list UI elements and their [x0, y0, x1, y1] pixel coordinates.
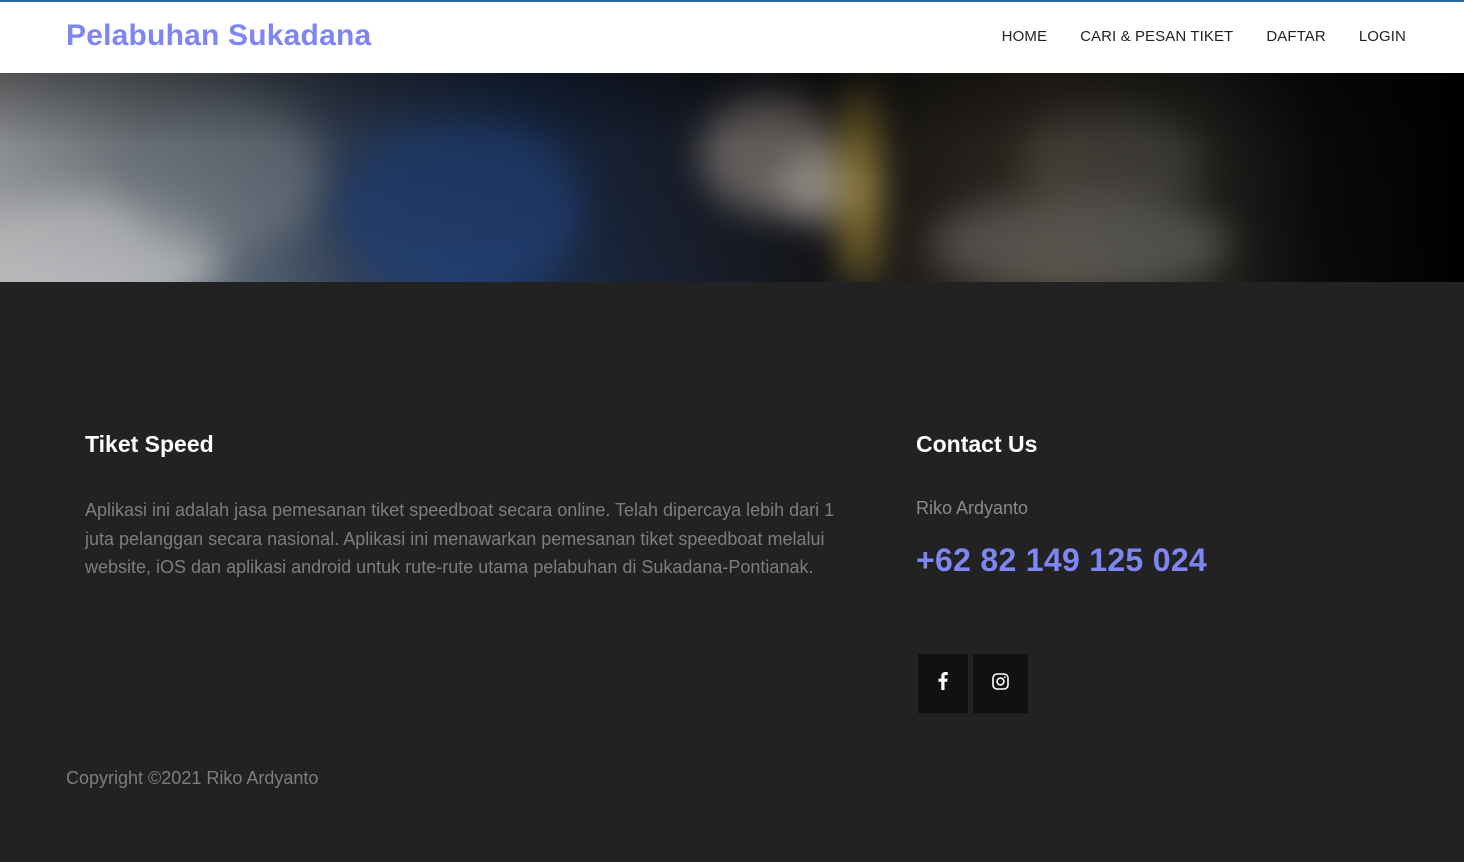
brand-logo[interactable]: Pelabuhan Sukadana	[66, 19, 371, 53]
nav-cari-pesan-tiket[interactable]: CARI & PESAN TIKET	[1080, 28, 1233, 45]
instagram-link[interactable]	[973, 654, 1028, 713]
site-header: Pelabuhan Sukadana HOME CARI & PESAN TIK…	[0, 2, 1464, 73]
nav-login[interactable]: LOGIN	[1359, 28, 1406, 45]
instagram-icon	[992, 672, 1009, 695]
facebook-link[interactable]	[918, 654, 968, 713]
contact-name: Riko Ardyanto	[916, 498, 1029, 518]
copyright-text: Copyright ©2021 Riko Ardyanto	[66, 768, 319, 788]
facebook-icon	[938, 672, 948, 695]
nav-daftar[interactable]: DAFTAR	[1266, 28, 1326, 45]
contact-title: Contact Us	[916, 431, 1038, 457]
about-text: Aplikasi ini adalah jasa pemesanan tiket…	[85, 500, 835, 577]
contact-phone[interactable]: +62 82 149 125 024	[916, 542, 1207, 579]
main-nav: HOME CARI & PESAN TIKET DAFTAR LOGIN	[1002, 28, 1406, 45]
hero-background-image	[0, 73, 1464, 282]
about-title: Tiket Speed	[85, 431, 214, 457]
nav-home[interactable]: HOME	[1002, 28, 1047, 45]
